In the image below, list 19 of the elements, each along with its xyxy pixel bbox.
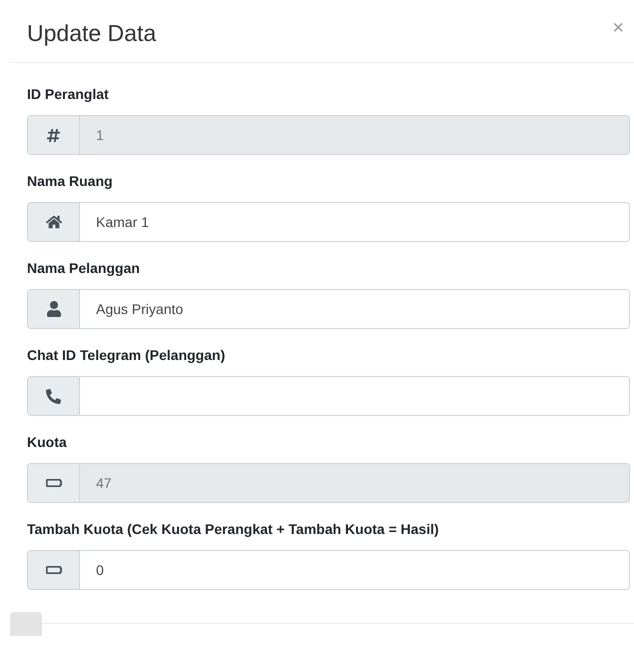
hash-icon bbox=[46, 128, 61, 142]
input-field[interactable]: Kamar 1 bbox=[27, 202, 630, 242]
modal-title: Update Data bbox=[27, 19, 156, 48]
home-icon bbox=[46, 214, 62, 230]
field-label: Tambah Kuota (Cek Kuota Perangkat + Tambah Kuota = Hasil) bbox=[27, 520, 440, 538]
user-icon bbox=[46, 301, 62, 317]
field-value: Agus Priyanto bbox=[96, 300, 184, 319]
field-label: ID Peranglat bbox=[27, 85, 110, 103]
field-label: Kuota bbox=[27, 433, 68, 451]
field-label: Chat ID Telegram (Pelanggan) bbox=[27, 346, 226, 364]
field-value: 0 bbox=[96, 560, 104, 580]
field-value: 47 bbox=[96, 474, 112, 492]
input-field[interactable]: Agus Priyanto bbox=[27, 289, 630, 329]
phone-icon bbox=[46, 388, 61, 404]
field-value: 1 bbox=[96, 126, 104, 144]
input-field[interactable]: 0 bbox=[27, 550, 630, 590]
field-label: Nama Ruang bbox=[27, 172, 114, 190]
field-value: Kamar 1 bbox=[96, 212, 149, 232]
field-label: Nama Pelanggan bbox=[27, 259, 141, 277]
